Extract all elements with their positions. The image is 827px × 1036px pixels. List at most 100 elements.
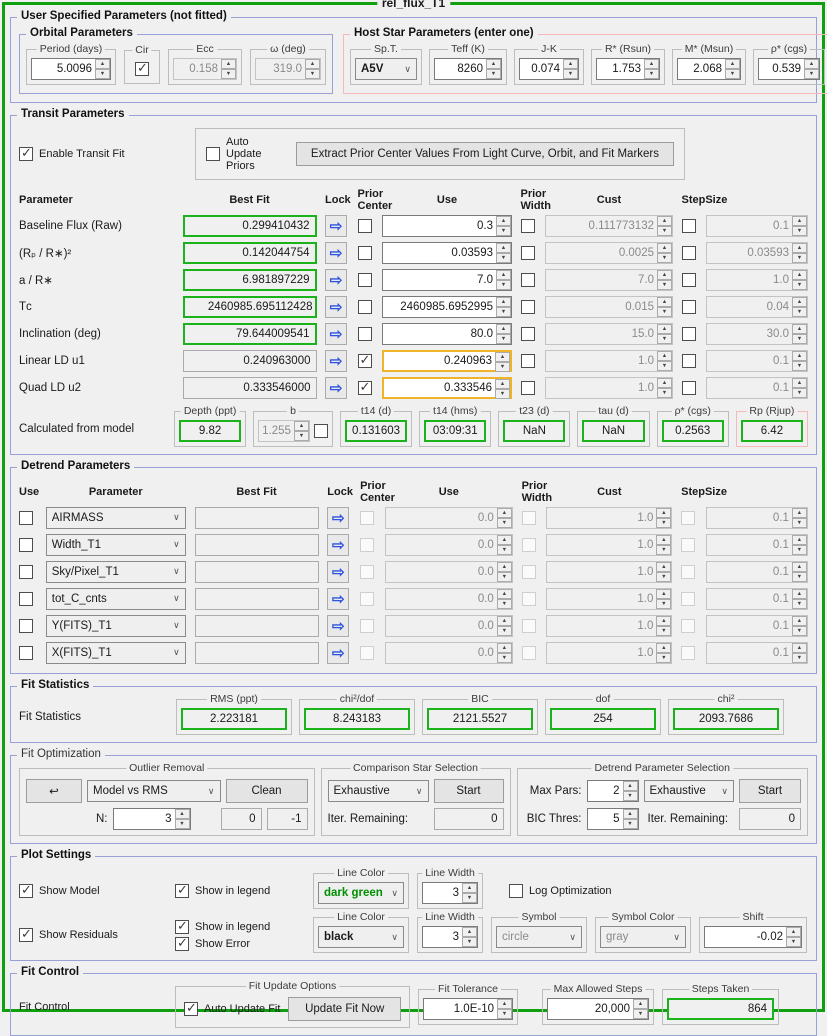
use-detrend-checkbox[interactable] xyxy=(19,591,33,606)
show-residuals[interactable]: Show Residuals xyxy=(19,926,167,942)
prior-center-spinner[interactable]: 0.0 ▲ ▼ xyxy=(384,614,513,637)
use-prior-checkbox[interactable] xyxy=(520,245,535,260)
shift-spinner[interactable]: -0.02 ▲ ▼ xyxy=(704,926,802,948)
spectral-type-dropdown[interactable]: A5V ∨ xyxy=(355,58,417,80)
detrend-parameter-dropdown[interactable]: Y(FITS)_T1 ∨ xyxy=(45,614,186,637)
step-size-spinner[interactable]: 1.0 ▲ ▼ xyxy=(706,268,808,291)
step-size-spinner[interactable]: 0.04 ▲ ▼ xyxy=(706,295,808,318)
prior-width-spinner[interactable]: 1.0 ▲ ▼ xyxy=(546,533,673,556)
step-size-spinner[interactable]: 0.1 ▲ ▼ xyxy=(705,560,808,583)
prior-center-spinner[interactable]: 0.0 ▲ ▼ xyxy=(384,533,513,556)
custom-step-checkbox[interactable] xyxy=(681,618,696,633)
teff-spinner[interactable]: 8260 ▲ ▼ xyxy=(434,58,502,80)
custom-step-checkbox[interactable] xyxy=(681,645,696,660)
extract-prior-center-button[interactable]: Extract Prior Center Values From Light C… xyxy=(295,142,674,166)
lock-checkbox[interactable] xyxy=(360,564,375,579)
custom-step-checkbox[interactable] xyxy=(681,245,696,260)
custom-step-checkbox[interactable] xyxy=(681,591,696,606)
b-lock-checkbox[interactable] xyxy=(313,424,328,438)
copy-to-prior-button[interactable]: ⇨ xyxy=(325,376,347,399)
rstar-spinner[interactable]: 1.753 ▲ ▼ xyxy=(596,58,660,80)
detrend-parameter-dropdown[interactable]: Width_T1 ∨ xyxy=(45,533,186,556)
outlier-method-dropdown[interactable]: Model vs RMS ∨ xyxy=(87,780,221,802)
use-prior-checkbox[interactable] xyxy=(521,618,536,633)
step-size-spinner[interactable]: 0.1 ▲ ▼ xyxy=(705,587,808,610)
copy-to-prior-button[interactable]: ⇨ xyxy=(327,560,350,583)
use-prior-checkbox[interactable] xyxy=(521,564,536,579)
detrend-sel-method-dropdown[interactable]: Exhaustive ∨ xyxy=(643,780,734,802)
prior-width-spinner[interactable]: 0.015 ▲ ▼ xyxy=(545,295,673,318)
step-size-spinner[interactable]: 0.1 ▲ ▼ xyxy=(706,214,808,237)
use-prior-checkbox[interactable] xyxy=(520,299,535,314)
model-show-in-legend[interactable]: Show in legend xyxy=(175,882,305,898)
comp-star-start-button[interactable]: Start xyxy=(433,779,504,803)
lock-checkbox[interactable] xyxy=(360,645,375,660)
residuals-line-color-dropdown[interactable]: black ∨ xyxy=(318,926,404,948)
lock-checkbox[interactable] xyxy=(360,510,375,525)
custom-step-checkbox[interactable] xyxy=(681,299,696,314)
b-spinner[interactable]: 1.255 ▲ ▼ xyxy=(258,420,310,442)
lock-checkbox[interactable] xyxy=(360,591,375,606)
prior-width-spinner[interactable]: 0.111773132 ▲ ▼ xyxy=(545,214,673,237)
use-prior-checkbox[interactable] xyxy=(521,537,536,552)
show-in-legend-checkbox[interactable] xyxy=(175,882,189,898)
auto-update-priors-checkbox[interactable] xyxy=(206,147,220,161)
lock-checkbox[interactable] xyxy=(357,245,372,260)
prior-width-spinner[interactable]: 1.0 ▲ ▼ xyxy=(546,587,673,610)
prior-center-spinner[interactable]: 0.333546 ▲ ▼ xyxy=(382,376,512,399)
use-prior-checkbox[interactable] xyxy=(521,591,536,606)
use-detrend-checkbox[interactable] xyxy=(19,618,33,633)
omega-spinner[interactable]: 319.0 ▲ ▼ xyxy=(255,58,321,80)
copy-to-prior-button[interactable]: ⇨ xyxy=(325,322,347,345)
use-prior-checkbox[interactable] xyxy=(521,510,536,525)
log-optimization[interactable]: Log Optimization xyxy=(509,884,612,898)
show-error-checkbox[interactable] xyxy=(175,935,189,951)
max-steps-spinner[interactable]: 20,000 ▲ ▼ xyxy=(547,998,649,1020)
custom-step-checkbox[interactable] xyxy=(681,564,696,579)
use-detrend-checkbox[interactable] xyxy=(19,645,33,660)
auto-update-priors[interactable]: Auto Update Priors xyxy=(206,136,274,172)
prior-center-spinner[interactable]: 80.0 ▲ ▼ xyxy=(382,322,512,345)
prior-width-spinner[interactable]: 0.0025 ▲ ▼ xyxy=(545,241,673,264)
step-size-spinner[interactable]: 0.1 ▲ ▼ xyxy=(706,349,808,372)
show-in-legend-checkbox[interactable] xyxy=(175,918,189,934)
comp-star-method-dropdown[interactable]: Exhaustive ∨ xyxy=(327,780,429,802)
detrend-parameter-dropdown[interactable]: X(FITS)_T1 ∨ xyxy=(45,641,186,664)
custom-step-checkbox[interactable] xyxy=(681,510,696,525)
rho-spinner[interactable]: 0.539 ▲ ▼ xyxy=(758,58,820,80)
mstar-spinner[interactable]: 2.068 ▲ ▼ xyxy=(677,58,741,80)
custom-step-checkbox[interactable] xyxy=(681,326,696,341)
step-size-spinner[interactable]: 0.03593 ▲ ▼ xyxy=(706,241,808,264)
use-prior-checkbox[interactable] xyxy=(520,380,535,395)
undo-outlier-button[interactable]: ↩ xyxy=(26,779,82,803)
step-size-spinner[interactable]: 30.0 ▲ ▼ xyxy=(706,322,808,345)
max-pars-spinner[interactable]: 2 ▲ ▼ xyxy=(586,780,639,802)
use-prior-checkbox[interactable] xyxy=(520,272,535,287)
detrend-sel-start-button[interactable]: Start xyxy=(739,779,801,803)
step-size-spinner[interactable]: 0.1 ▲ ▼ xyxy=(705,614,808,637)
lock-checkbox[interactable] xyxy=(357,326,372,341)
n-spinner[interactable]: 3 ▲ ▼ xyxy=(112,808,191,830)
show-residuals-checkbox[interactable] xyxy=(19,926,33,942)
use-detrend-checkbox[interactable] xyxy=(19,564,33,579)
prior-center-spinner[interactable]: 0.03593 ▲ ▼ xyxy=(382,241,512,264)
step-size-spinner[interactable]: 0.1 ▲ ▼ xyxy=(706,376,808,399)
fit-tolerance-spinner[interactable]: 1.0E-10 ▲ ▼ xyxy=(423,998,513,1020)
symbol-color-dropdown[interactable]: gray ∨ xyxy=(600,926,686,948)
update-fit-now-button[interactable]: Update Fit Now xyxy=(288,997,401,1021)
bic-thres-spinner[interactable]: 5 ▲ ▼ xyxy=(586,808,639,830)
clean-button[interactable]: Clean xyxy=(225,779,308,803)
model-line-color-dropdown[interactable]: dark green ∨ xyxy=(318,882,404,904)
use-prior-checkbox[interactable] xyxy=(521,645,536,660)
copy-to-prior-button[interactable]: ⇨ xyxy=(327,533,350,556)
copy-to-prior-button[interactable]: ⇨ xyxy=(325,295,347,318)
symbol-dropdown[interactable]: circle ∨ xyxy=(496,926,582,948)
custom-step-checkbox[interactable] xyxy=(681,537,696,552)
prior-center-spinner[interactable]: 7.0 ▲ ▼ xyxy=(382,268,512,291)
step-size-spinner[interactable]: 0.1 ▲ ▼ xyxy=(705,533,808,556)
jk-spinner[interactable]: 0.074 ▲ ▼ xyxy=(519,58,579,80)
copy-to-prior-button[interactable]: ⇨ xyxy=(327,614,350,637)
detrend-parameter-dropdown[interactable]: Sky/Pixel_T1 ∨ xyxy=(45,560,186,583)
residuals-line-width-spinner[interactable]: 3 ▲ ▼ xyxy=(422,926,478,948)
lock-checkbox[interactable] xyxy=(357,299,372,314)
